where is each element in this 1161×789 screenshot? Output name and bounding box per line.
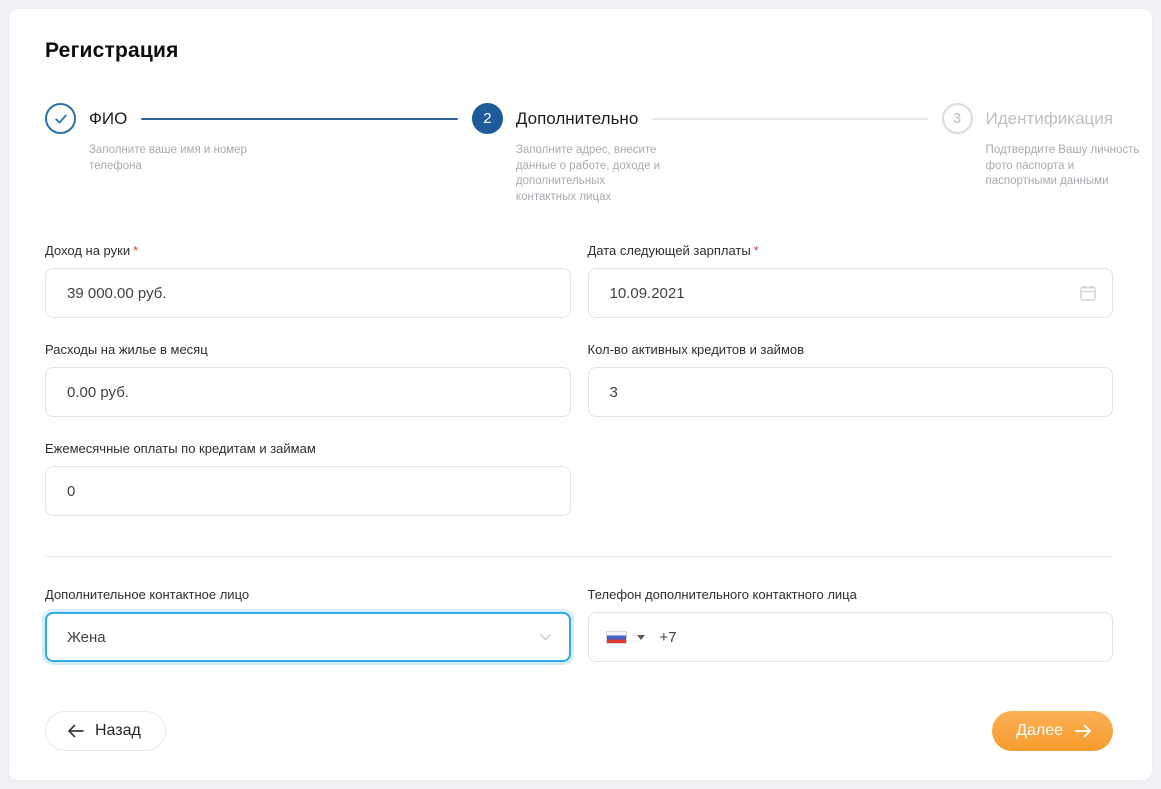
- additional-contact-value: Жена: [67, 629, 106, 646]
- step-description: Подтвердите Вашу личность фото паспорта …: [986, 143, 1146, 190]
- salary-date-field-group: Дата следующей зарплаты*: [588, 243, 1114, 318]
- credits-count-label: Кол-во активных кредитов и займов: [588, 342, 1114, 357]
- step-title: Дополнительно: [516, 109, 638, 129]
- form-row-1: Доход на руки* Дата следующей зарплаты*: [45, 243, 1113, 318]
- housing-expenses-field-group: Расходы на жилье в месяц: [45, 342, 571, 417]
- salary-date-label: Дата следующей зарплаты*: [588, 243, 1114, 258]
- additional-contact-label: Дополнительное контактное лицо: [45, 587, 571, 602]
- monthly-payments-field-group: Ежемесячные оплаты по кредитам и займам: [45, 441, 571, 516]
- credits-count-field-group: Кол-во активных кредитов и займов: [588, 342, 1114, 417]
- step-description: Заполните ваше имя и номер телефона: [89, 143, 254, 174]
- step-identification[interactable]: 3 Идентификация Подтвердите Вашу личност…: [942, 103, 1113, 134]
- income-input[interactable]: [45, 268, 571, 318]
- required-marker: *: [754, 243, 759, 258]
- step-description: Заполните адрес, внесите данные о работе…: [516, 143, 666, 205]
- next-button-label: Далее: [1016, 722, 1063, 740]
- additional-contact-field-group: Дополнительное контактное лицо Жена: [45, 587, 571, 662]
- contact-phone-label: Телефон дополнительного контактного лица: [588, 587, 1114, 602]
- contact-phone-input[interactable]: +7: [588, 612, 1114, 662]
- step-done-check-icon: [45, 103, 76, 134]
- stepper-connector-pending: [652, 118, 927, 120]
- footer-actions: Назад Далее: [45, 711, 1113, 751]
- income-label: Доход на руки*: [45, 243, 571, 258]
- income-field-group: Доход на руки*: [45, 243, 571, 318]
- step-title: ФИО: [89, 109, 127, 129]
- back-button[interactable]: Назад: [45, 711, 166, 751]
- section-divider: [45, 556, 1113, 557]
- form-row-2: Расходы на жилье в месяц Кол-во активных…: [45, 342, 1113, 417]
- chevron-down-icon: [538, 630, 553, 645]
- required-marker: *: [133, 243, 138, 258]
- contact-phone-field-group: Телефон дополнительного контактного лица…: [588, 587, 1114, 662]
- form-row-contact: Дополнительное контактное лицо Жена Теле…: [45, 587, 1113, 662]
- russia-flag-icon[interactable]: [606, 631, 627, 644]
- next-button[interactable]: Далее: [992, 711, 1113, 751]
- step-number-badge: 2: [472, 103, 503, 134]
- credits-count-input[interactable]: [588, 367, 1114, 417]
- form-row-3: Ежемесячные оплаты по кредитам и займам: [45, 441, 1113, 516]
- stepper: ФИО Заполните ваше имя и номер телефона …: [45, 103, 1113, 221]
- arrow-left-icon: [66, 723, 85, 739]
- monthly-payments-input[interactable]: [45, 466, 571, 516]
- flag-dropdown-caret-icon[interactable]: [637, 635, 645, 640]
- step-title: Идентификация: [986, 109, 1113, 129]
- step-additional[interactable]: 2 Дополнительно Заполните адрес, внесите…: [472, 103, 638, 134]
- additional-contact-select[interactable]: Жена: [45, 612, 571, 662]
- back-button-label: Назад: [95, 722, 141, 740]
- page-title: Регистрация: [45, 39, 1113, 63]
- phone-prefix: +7: [660, 629, 677, 646]
- salary-date-input[interactable]: [588, 268, 1114, 318]
- housing-expenses-input[interactable]: [45, 367, 571, 417]
- registration-card: Регистрация ФИО Заполните ваше имя и ном…: [8, 8, 1153, 781]
- step-number-badge: 3: [942, 103, 973, 134]
- stepper-connector-done: [141, 118, 458, 120]
- housing-expenses-label: Расходы на жилье в месяц: [45, 342, 571, 357]
- step-fio[interactable]: ФИО Заполните ваше имя и номер телефона: [45, 103, 127, 134]
- arrow-right-icon: [1074, 723, 1093, 739]
- monthly-payments-label: Ежемесячные оплаты по кредитам и займам: [45, 441, 571, 456]
